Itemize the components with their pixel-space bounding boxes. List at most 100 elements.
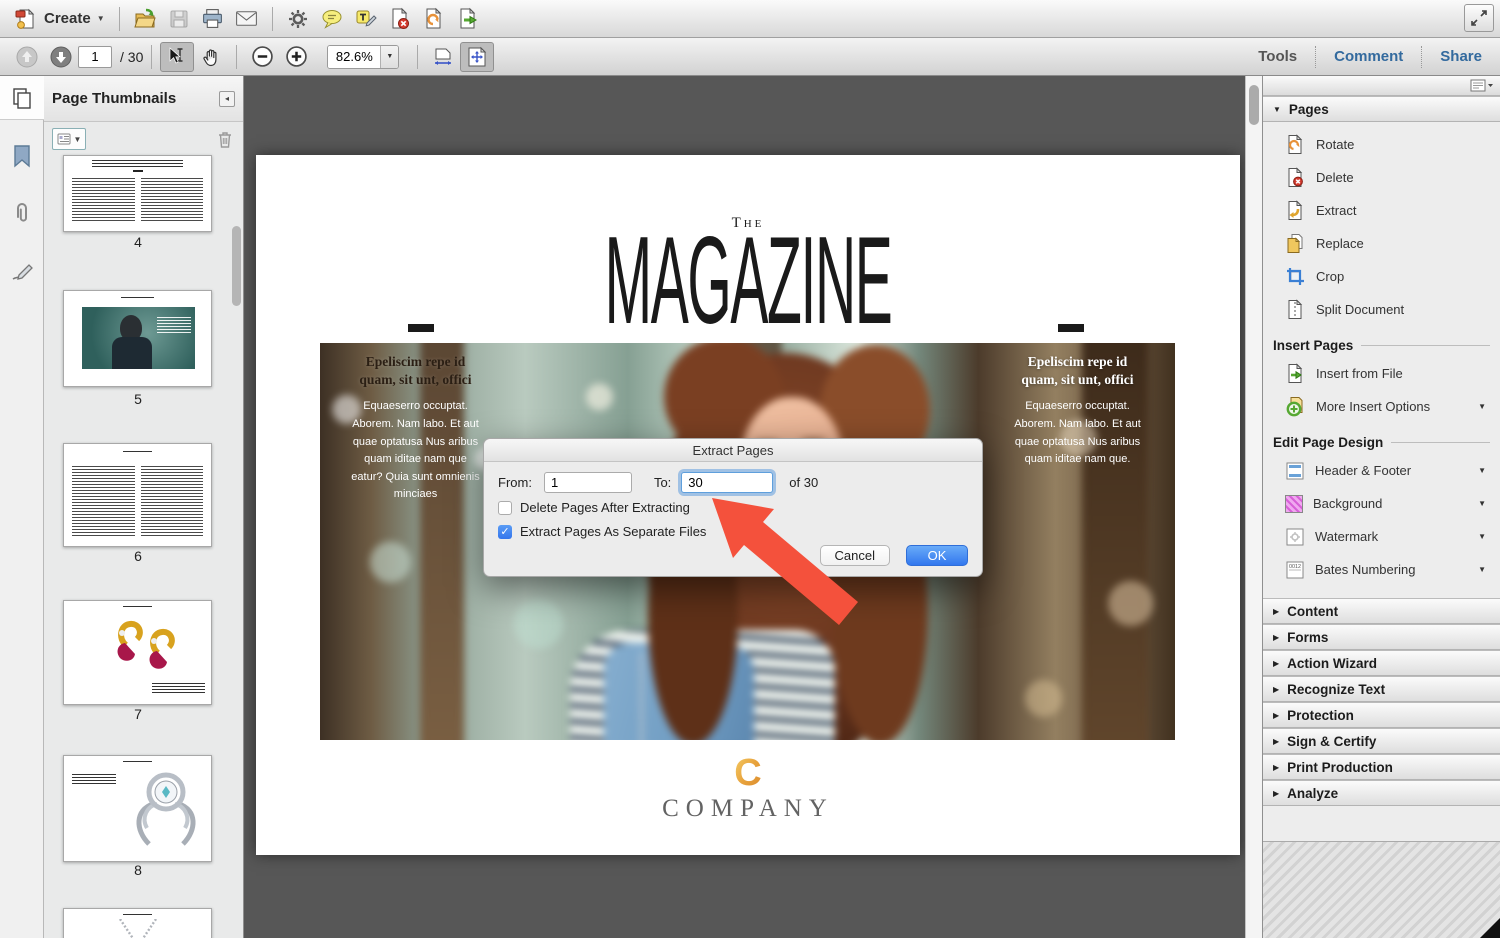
resize-grip[interactable] [1480,918,1500,938]
pages-icon [10,86,34,110]
section-header-content[interactable]: ▶ Content [1263,598,1500,624]
section-header-forms[interactable]: ▶Forms [1263,624,1500,650]
comment-tool-button[interactable] [315,4,349,34]
collapse-panel-button[interactable]: ◂ [219,91,235,107]
panel-item-watermark[interactable]: Watermark ▼ [1263,520,1500,553]
panel-options-icon[interactable] [1470,79,1494,92]
delete-pages-checkbox-row[interactable]: Delete Pages After Extracting [498,500,690,515]
fit-width-button[interactable] [426,42,460,72]
previous-page-button[interactable] [10,42,44,72]
section-header-action-wizard[interactable]: ▶Action Wizard [1263,650,1500,676]
panel-item-label: Insert from File [1316,366,1403,381]
save-button[interactable] [162,4,196,34]
insert-from-file-icon [1285,363,1306,384]
list-options-icon [57,133,71,145]
separate-files-checkbox-row[interactable]: ✓ Extract Pages As Separate Files [498,524,706,539]
thumbnail-page-number: 5 [44,391,232,407]
from-page-input[interactable] [544,472,632,493]
tab-separator [1421,46,1422,68]
delete-pages-checkbox[interactable] [498,501,512,515]
panel-item-label: Crop [1316,269,1344,284]
panel-item-replace[interactable]: Replace [1263,227,1500,260]
fit-page-icon [465,45,489,69]
zoom-dropdown-button[interactable]: ▼ [380,45,398,69]
tab-comment[interactable]: Comment [1326,44,1411,69]
delete-pages-checkbox-label: Delete Pages After Extracting [520,500,690,515]
create-button[interactable]: Create ▼ [8,7,111,31]
view-tabs: Tools Comment Share [1250,44,1490,69]
panel-item-crop[interactable]: Crop [1263,260,1500,293]
signatures-nav-button[interactable] [0,250,44,294]
panel-item-bates-numbering[interactable]: 0012 Bates Numbering ▼ [1263,553,1500,586]
page-number-input[interactable] [78,46,112,68]
panel-item-label: Bates Numbering [1315,562,1415,577]
thumbnails-scrollbar[interactable] [232,226,241,306]
section-title: Recognize Text [1287,682,1385,697]
fit-page-button[interactable] [460,42,494,72]
section-header-sign-certify[interactable]: ▶Sign & Certify [1263,728,1500,754]
thumbnail-page-6[interactable] [63,443,212,547]
section-header-print-production[interactable]: ▶Print Production [1263,754,1500,780]
separate-files-checkbox[interactable]: ✓ [498,525,512,539]
panel-item-more-insert-options[interactable]: More Insert Options ▼ [1263,390,1500,423]
zoom-level-input[interactable] [328,46,380,68]
section-header-pages[interactable]: ▼ Pages [1263,96,1500,122]
thumb-photo-man [82,307,195,369]
zoom-in-button[interactable] [279,42,313,72]
section-title: Action Wizard [1287,656,1377,671]
hand-icon [200,46,222,68]
section-header-protection[interactable]: ▶Protection [1263,702,1500,728]
extract-pages-tool-button[interactable] [451,4,485,34]
trash-icon[interactable] [215,129,235,149]
zoom-out-button[interactable] [245,42,279,72]
svg-text:0012: 0012 [1289,564,1301,570]
email-button[interactable] [230,4,264,34]
replace-pages-tool-button[interactable] [417,4,451,34]
thumbnail-page-7[interactable] [63,600,212,705]
next-page-button[interactable] [44,42,78,72]
section-title: Protection [1287,708,1354,723]
section-header-recognize-text[interactable]: ▶Recognize Text [1263,676,1500,702]
subsection-title: Insert Pages [1273,338,1353,353]
attachments-nav-button[interactable] [0,192,44,236]
thumbnail-options-button[interactable]: ▼ [52,128,86,150]
ok-button[interactable]: OK [906,545,968,566]
panel-item-background[interactable]: Background ▼ [1263,487,1500,520]
bookmarks-nav-button[interactable] [0,134,44,178]
panel-item-label: Background [1313,496,1382,511]
thumbnail-page-5[interactable] [63,290,212,387]
hand-tool-button[interactable] [194,42,228,72]
select-tool-button[interactable] [160,42,194,72]
delete-pages-tool-button[interactable] [383,4,417,34]
thumbnail-page-9[interactable] [63,908,212,938]
settings-button[interactable] [281,4,315,34]
panel-item-split-document[interactable]: Split Document [1263,293,1500,326]
panel-item-insert-from-file[interactable]: Insert from File [1263,357,1500,390]
panel-item-rotate[interactable]: Rotate [1263,128,1500,161]
scrollbar-thumb[interactable] [1249,85,1259,125]
open-file-button[interactable] [128,4,162,34]
rotate-page-icon [1285,134,1306,155]
page-thumbnails-nav-button[interactable] [0,76,44,120]
separate-files-checkbox-label: Extract Pages As Separate Files [520,524,706,539]
section-header-analyze[interactable]: ▶Analyze [1263,780,1500,806]
panel-item-header-footer[interactable]: Header & Footer ▼ [1263,454,1500,487]
toolbar-expand-button[interactable] [1464,4,1494,32]
print-button[interactable] [196,4,230,34]
panel-item-label: More Insert Options [1316,399,1430,414]
thumb-text-block [72,774,116,784]
panel-item-delete[interactable]: Delete [1263,161,1500,194]
triangle-right-icon: ▶ [1273,607,1279,616]
article-heading: Epeliscim repe id quam, sit unt, offici [1010,353,1145,389]
thumbnail-page-4[interactable] [63,155,212,232]
subsection-rule [1361,345,1490,346]
tab-share[interactable]: Share [1432,44,1490,69]
section-title: Content [1287,604,1338,619]
thumbnail-page-8[interactable] [63,755,212,862]
annotate-tool-button[interactable] [349,4,383,34]
plus-circle-icon [285,45,308,68]
document-scrollbar[interactable] [1245,76,1262,938]
panel-item-label: Delete [1316,170,1354,185]
panel-item-extract[interactable]: Extract [1263,194,1500,227]
tab-tools[interactable]: Tools [1250,44,1305,69]
